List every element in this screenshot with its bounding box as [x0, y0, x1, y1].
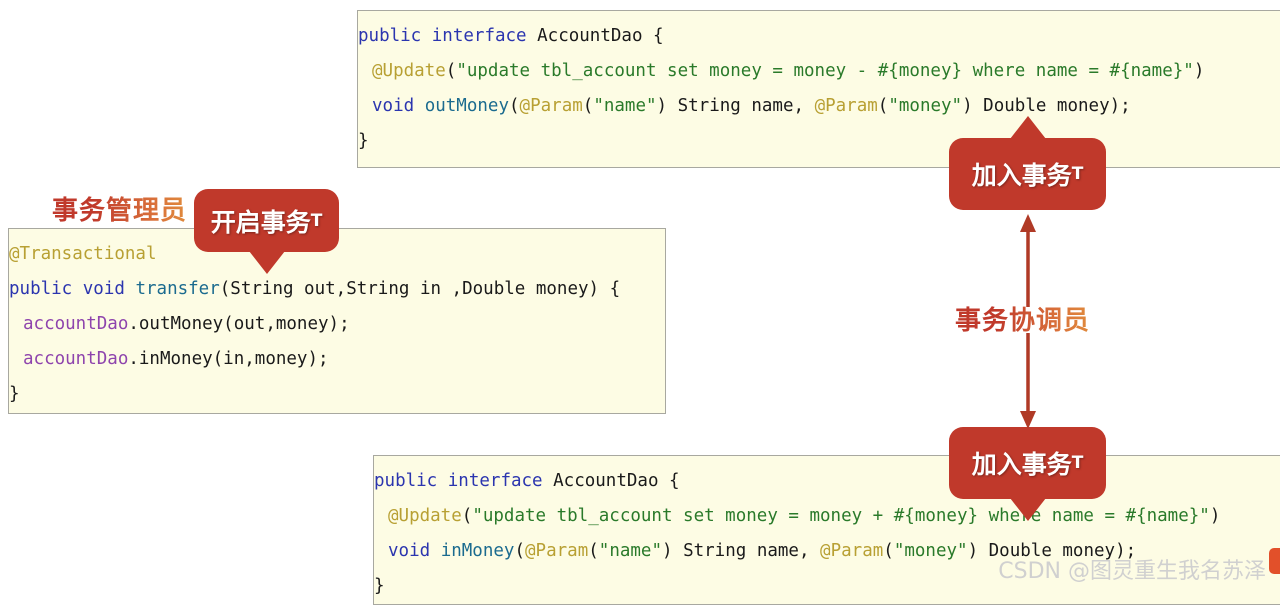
code-panel-transfer-service: @Transactional public void transfer(Strin… — [8, 228, 666, 414]
code-token: void — [82, 279, 125, 299]
code-token: ) — [1193, 61, 1205, 81]
code-token: @Param — [519, 96, 583, 116]
code-token: void — [388, 541, 431, 561]
code-token: "update tbl_account set money = money + … — [472, 506, 1210, 526]
code-token: @Param — [525, 541, 589, 561]
code-token: ( — [582, 96, 594, 116]
callout-join-transaction-top-suffix: T — [1071, 164, 1084, 184]
code-token: ( — [588, 541, 599, 561]
callout-join-transaction-bottom-suffix: T — [1071, 453, 1084, 473]
code-line: accountDao.outMoney(out,money); — [9, 307, 665, 342]
code-panel-account-dao-inmoney: public interface AccountDao {@Update("up… — [373, 455, 1280, 605]
code-token: "money" — [888, 96, 963, 116]
code-token: outMoney — [424, 96, 509, 116]
arrow-up-icon — [1020, 214, 1036, 307]
code-token: @Param — [820, 541, 884, 561]
code-token: ) String name, — [656, 96, 815, 116]
code-token: public — [9, 279, 73, 299]
code-line: @Update("update tbl_account set money = … — [358, 54, 1280, 89]
callout-join-transaction-top-label: 加入事务 — [971, 161, 1072, 190]
code-line: public void transfer(String out,String i… — [9, 272, 665, 307]
code-token: ) Double money); — [962, 96, 1131, 116]
code-token: ( — [514, 541, 526, 561]
code-token: } — [9, 384, 20, 404]
code-line: } — [9, 377, 665, 412]
code-token: @Update — [388, 506, 462, 526]
code-token: } — [374, 576, 385, 596]
code-token: "money" — [893, 541, 968, 561]
code-token: ) Double money); — [967, 541, 1137, 561]
code-line: void outMoney(@Param("name") String name… — [358, 89, 1280, 124]
code-token: ( — [461, 506, 473, 526]
callout-open-transaction: 开启事务 T — [194, 189, 339, 274]
heading-transaction-manager: 事务管理员 — [52, 190, 187, 227]
arrow-down-icon — [1020, 333, 1036, 429]
code-token: ( — [509, 96, 520, 116]
code-token: transfer — [135, 279, 220, 299]
code-line: } — [358, 124, 1280, 159]
code-token: .inMoney(in,money); — [128, 349, 329, 369]
code-token: interface — [431, 26, 527, 46]
code-token: AccountDao { — [542, 471, 680, 491]
code-token: @Transactional — [9, 244, 157, 264]
code-token: ) String name, — [662, 541, 821, 561]
edge-marker-decoration — [1269, 548, 1280, 574]
code-token: public — [374, 471, 438, 491]
code-token: @Param — [814, 96, 878, 116]
code-token: inMoney — [440, 541, 515, 561]
code-token: .outMoney(out,money); — [128, 314, 350, 334]
code-token: } — [358, 131, 369, 151]
code-line: } — [374, 569, 1280, 604]
code-token: @Update — [372, 61, 446, 81]
code-token: AccountDao { — [526, 26, 664, 46]
code-line: public interface AccountDao { — [374, 464, 1280, 499]
code-token: interface — [447, 471, 543, 491]
code-panel-account-dao-outmoney: public interface AccountDao {@Update("up… — [357, 10, 1280, 168]
code-token: "name" — [593, 96, 657, 116]
code-line: void inMoney(@Param("name") String name,… — [374, 534, 1280, 569]
code-line: @Update("update tbl_account set money = … — [374, 499, 1280, 534]
code-token: void — [372, 96, 415, 116]
code-line: accountDao.inMoney(in,money); — [9, 342, 665, 377]
code-line: public interface AccountDao { — [358, 19, 1280, 54]
code-token: ( — [445, 61, 457, 81]
code-token: accountDao — [23, 314, 129, 334]
callout-open-transaction-suffix: T — [310, 210, 323, 231]
callout-join-transaction-bottom-label: 加入事务 — [971, 450, 1072, 479]
callout-open-transaction-label: 开启事务 — [210, 207, 311, 237]
code-token: accountDao — [23, 349, 129, 369]
code-token: ) — [1209, 506, 1221, 526]
code-token: ( — [883, 541, 894, 561]
code-token: "name" — [598, 541, 662, 561]
callout-join-transaction-top: 加入事务 T — [949, 116, 1106, 210]
callout-join-transaction-bottom: 加入事务 T — [949, 427, 1106, 521]
code-token: ( — [877, 96, 889, 116]
code-token: "update tbl_account set money = money - … — [456, 61, 1194, 81]
code-token: (String out,String in ,Double money) { — [219, 279, 621, 299]
code-token: public — [358, 26, 422, 46]
